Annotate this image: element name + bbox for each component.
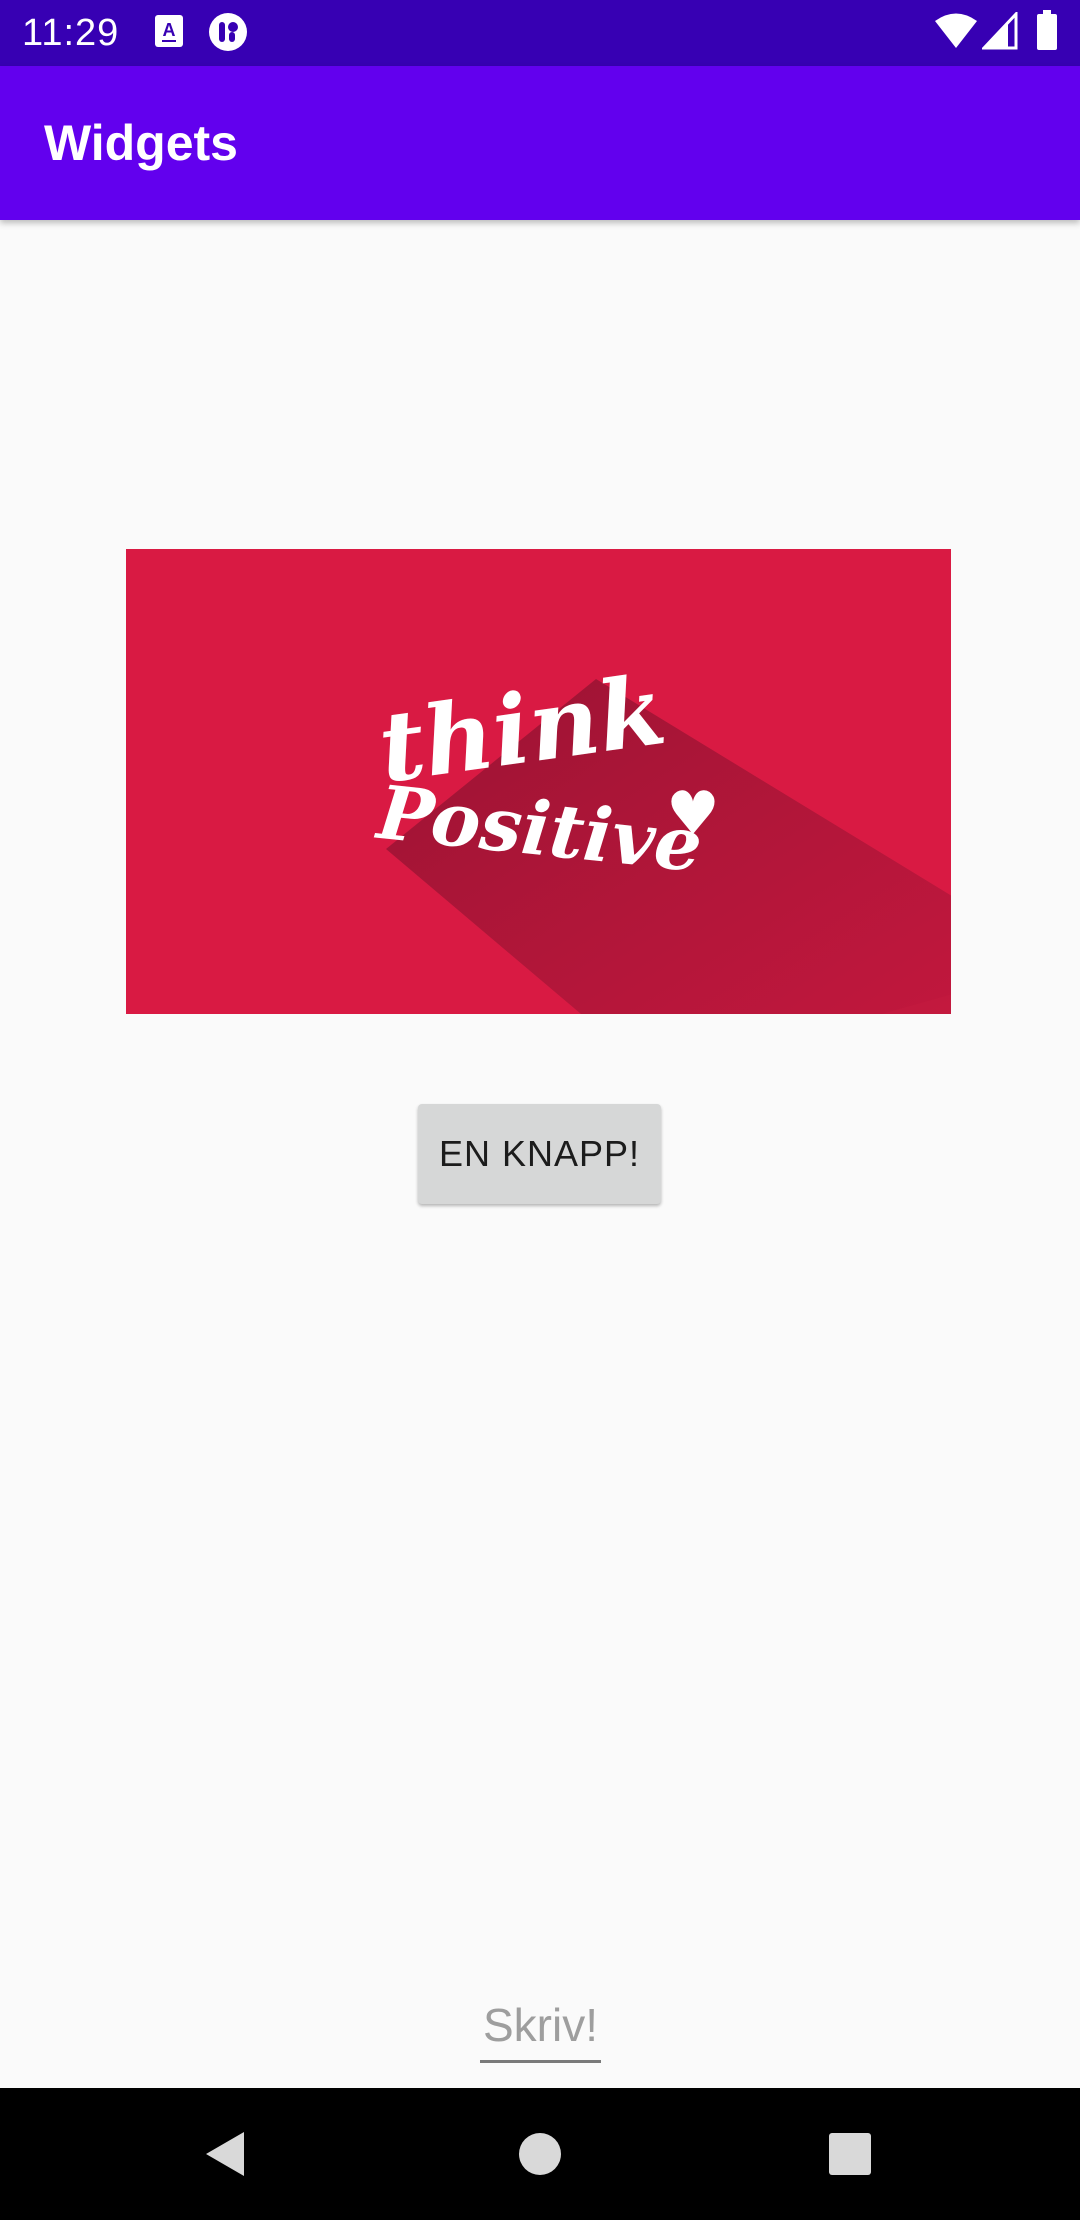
svg-text:A: A <box>163 20 176 40</box>
skriv-field[interactable] <box>480 1990 601 2064</box>
app-title: Widgets <box>44 115 238 171</box>
wifi-icon <box>934 12 978 55</box>
status-time: 11:29 <box>22 12 120 54</box>
think-positive-image: think Positive ♥ <box>126 549 951 1014</box>
recents-icon[interactable] <box>814 2118 886 2190</box>
home-icon[interactable] <box>504 2118 576 2190</box>
text-a-notification-icon: A <box>154 14 184 53</box>
signal-icon <box>980 10 1018 55</box>
en-knapp-button[interactable]: EN KNAPP! <box>418 1104 661 1204</box>
app-bar: Widgets <box>0 66 1080 220</box>
status-bar: 11:29 A <box>0 0 1080 66</box>
navigation-bar <box>0 2088 1080 2220</box>
skriv-input[interactable] <box>480 1990 601 2063</box>
accessibility-notification-icon <box>208 12 248 57</box>
battery-icon <box>1036 10 1058 57</box>
back-icon[interactable] <box>192 2118 264 2190</box>
heart-icon: ♥ <box>666 779 720 849</box>
